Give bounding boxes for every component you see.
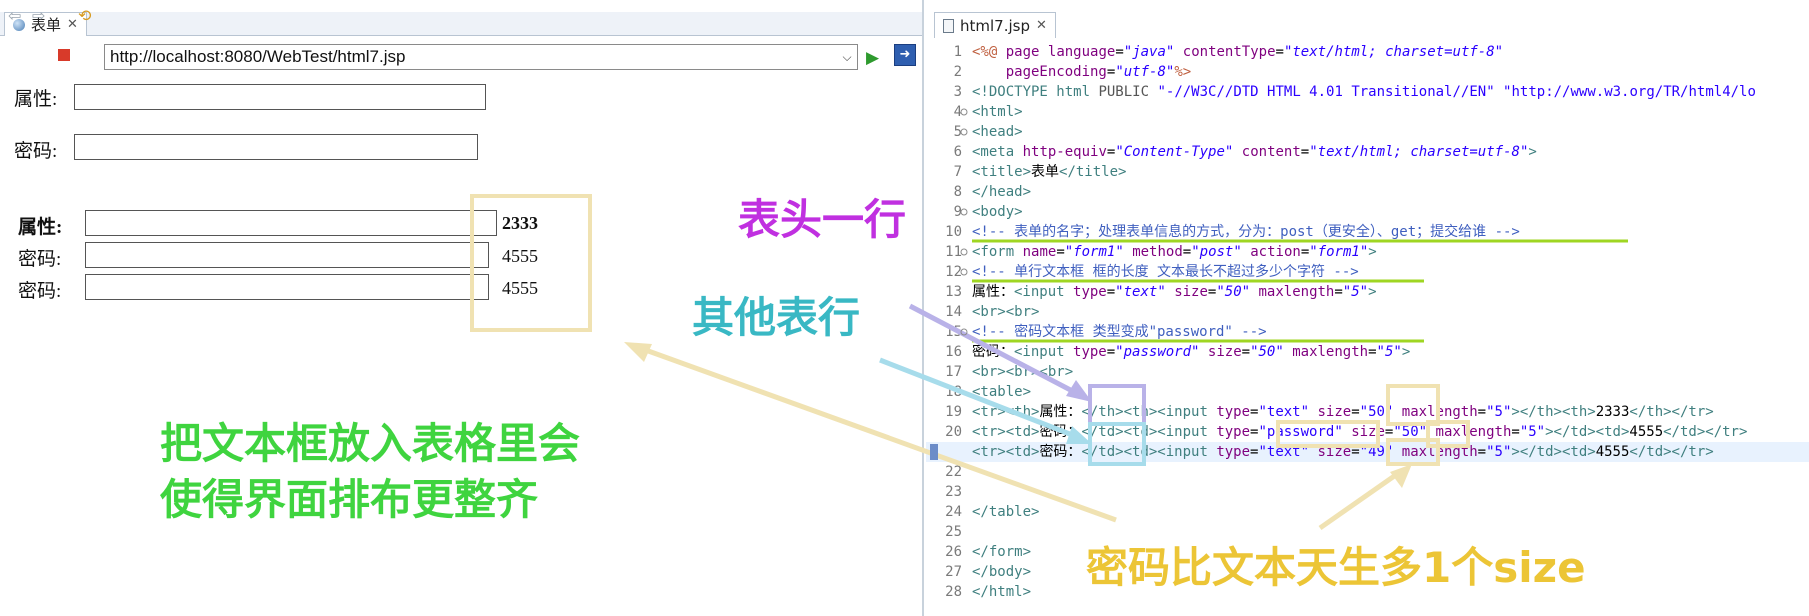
current-line-marker	[930, 444, 938, 460]
fold-icon	[960, 268, 968, 276]
size-highlight-box	[1386, 384, 1440, 426]
fold-icon	[960, 208, 968, 216]
arrow-head	[1390, 464, 1412, 488]
size-highlight-box	[1386, 438, 1440, 466]
header-row-annotation: 表头一行	[738, 195, 907, 244]
th-highlight-box	[1088, 384, 1146, 426]
other-rows-annotation: 其他表行	[692, 293, 861, 342]
values-highlight-box	[470, 194, 592, 332]
password-size-annotation: 密码比文本天生多1个size	[1086, 543, 1586, 592]
annotation-overlay	[470, 108, 1628, 531]
arrow-head	[624, 342, 652, 362]
type-highlight-box	[1276, 420, 1380, 448]
td-highlight-box	[1088, 422, 1146, 466]
arrow-password-note	[1318, 469, 1402, 531]
fold-icon	[960, 248, 968, 256]
arrow-other-rows	[879, 357, 1081, 441]
fold-icon	[960, 108, 968, 116]
fold-icon	[960, 128, 968, 136]
